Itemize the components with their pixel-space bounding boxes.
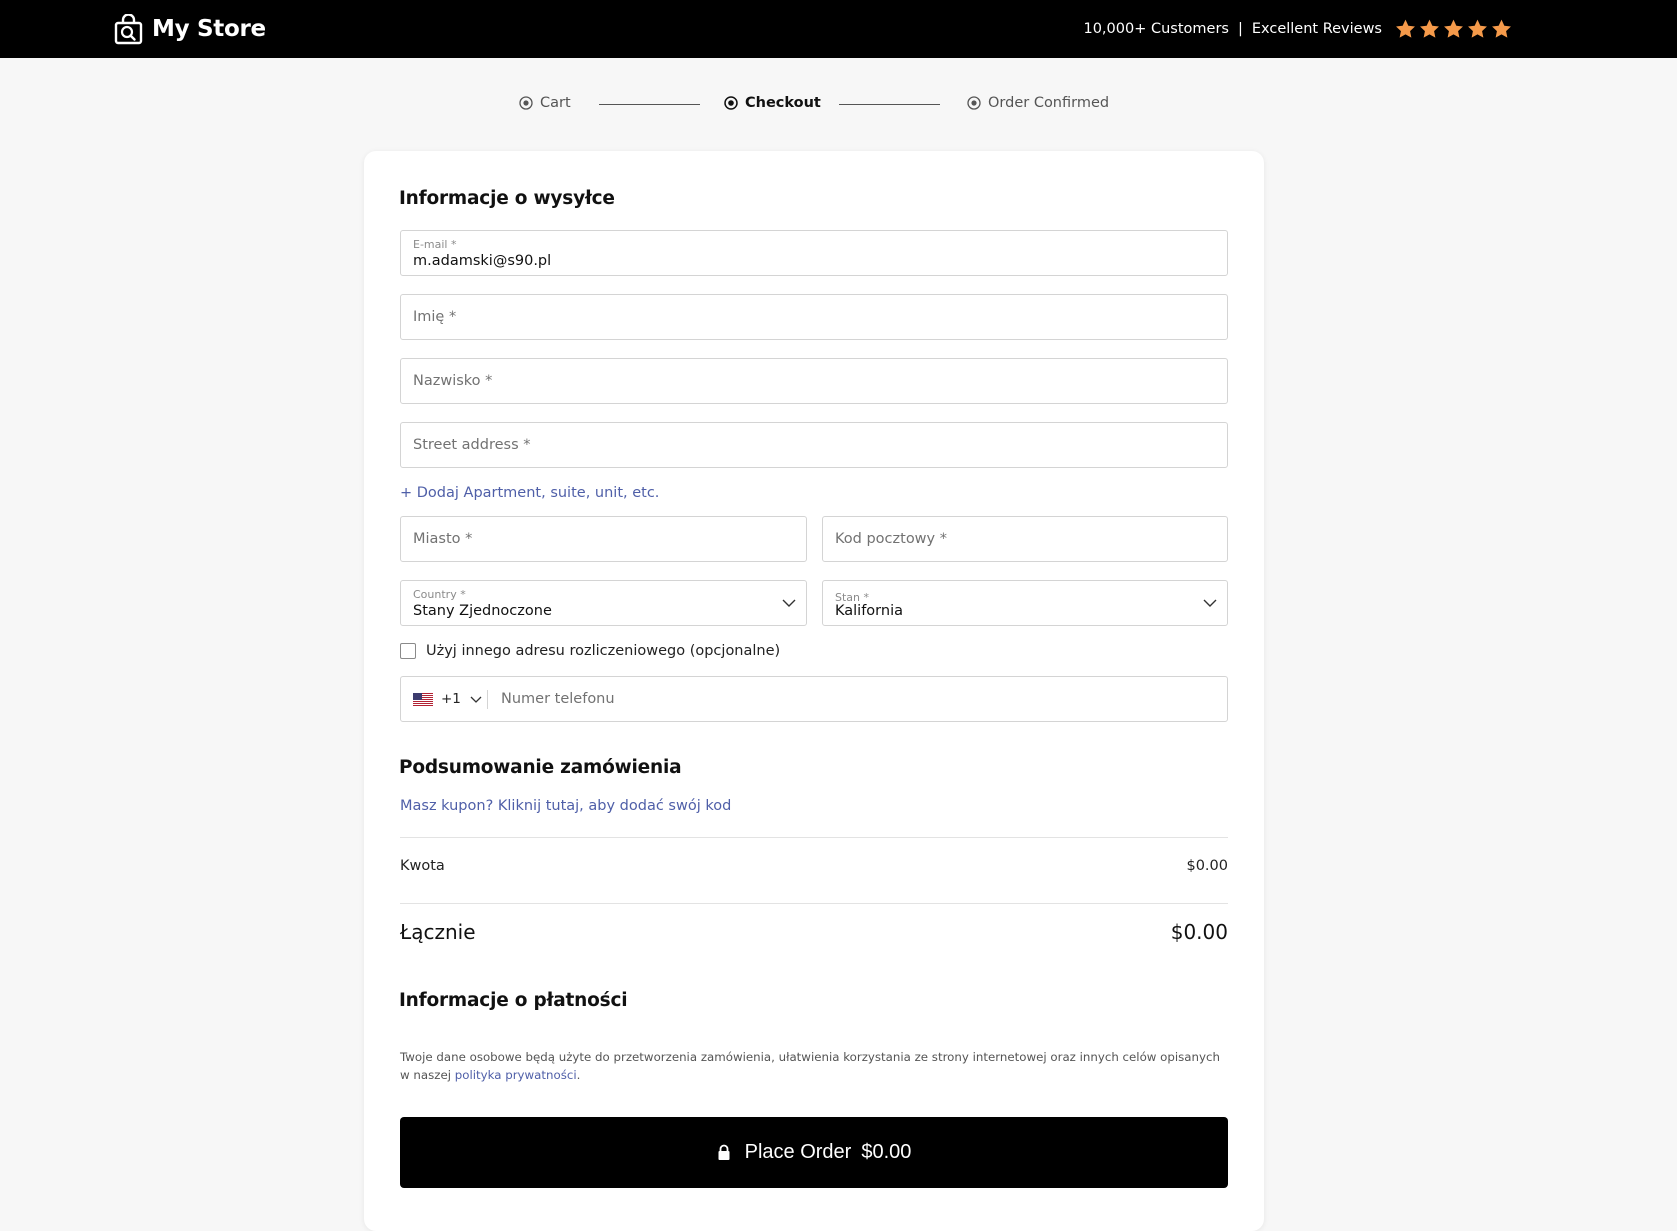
phone-placeholder: Numer telefonu — [501, 691, 615, 707]
step-order-confirmed[interactable]: Order Confirmed — [967, 95, 1109, 111]
coupon-link[interactable]: Masz kupon? Kliknij tutaj, aby dodać swó… — [400, 798, 731, 814]
chevron-down-icon — [470, 696, 482, 703]
email-value: m.adamski@s90.pl — [413, 253, 552, 269]
star-icon — [1442, 18, 1465, 40]
street-address-placeholder: Street address * — [413, 437, 531, 453]
chevron-down-icon — [1203, 599, 1217, 607]
step-confirmed-icon — [967, 96, 981, 110]
us-flag-icon — [413, 692, 433, 706]
step-cart-label: Cart — [540, 95, 571, 111]
store-name: My Store — [152, 16, 266, 42]
chevron-down-icon — [782, 599, 796, 607]
phone-country-selector[interactable]: +1 — [413, 691, 482, 707]
place-order-amount: $0.00 — [861, 1141, 912, 1163]
privacy-policy-link[interactable]: polityka prywatności — [455, 1068, 577, 1082]
step-confirmed-label: Order Confirmed — [988, 95, 1110, 111]
place-order-button[interactable]: Place Order $0.00 — [400, 1117, 1228, 1188]
star-icon — [1490, 18, 1513, 40]
phone-field[interactable]: +1 Numer telefonu — [400, 676, 1228, 722]
star-icon — [1466, 18, 1489, 40]
shopping-bag-icon — [114, 13, 143, 44]
state-value: Kalifornia — [835, 603, 903, 619]
step-checkout[interactable]: Checkout — [724, 95, 821, 111]
star-icon — [1418, 18, 1441, 40]
state-select[interactable]: Stan * Kalifornia — [822, 580, 1228, 626]
step-checkout-icon — [724, 96, 738, 110]
privacy-notice: Twoje dane osobowe będą użyte do przetwo… — [400, 1048, 1230, 1084]
top-bar: My Store 10,000+ Customers | Excellent R… — [0, 0, 1677, 58]
reviews-label: Excellent Reviews — [1251, 21, 1382, 37]
summary-title: Podsumowanie zamówienia — [399, 757, 682, 778]
add-apartment-link[interactable]: + Dodaj Apartment, suite, unit, etc. — [400, 485, 659, 501]
payment-title: Informacje o płatności — [399, 990, 628, 1011]
step-checkout-label: Checkout — [745, 95, 821, 111]
amount-value: $0.00 — [1186, 858, 1228, 874]
street-address-field[interactable]: Street address * — [400, 422, 1228, 468]
postcode-placeholder: Kod pocztowy * — [835, 531, 947, 547]
summary-divider — [400, 903, 1228, 904]
country-label: Country * — [413, 588, 466, 601]
phone-divider — [487, 690, 488, 709]
city-field[interactable]: Miasto * — [400, 516, 807, 562]
total-value: $0.00 — [1170, 920, 1228, 944]
email-field[interactable]: E-mail * m.adamski@s90.pl — [400, 230, 1228, 276]
country-value: Stany Zjednoczone — [413, 603, 552, 619]
step-cart[interactable]: Cart — [519, 95, 571, 111]
phone-country-code: +1 — [441, 691, 461, 707]
checkout-steps: Cart Checkout Order Confirmed — [0, 92, 1677, 118]
billing-address-label: Użyj innego adresu rozliczeniowego (opcj… — [426, 643, 781, 659]
star-icon — [1394, 18, 1417, 40]
header-separator: | — [1237, 21, 1243, 37]
total-label: Łącznie — [400, 920, 476, 944]
step-cart-icon — [519, 96, 533, 110]
amount-label: Kwota — [400, 858, 445, 874]
email-label: E-mail * — [413, 238, 457, 251]
rating-stars — [1393, 18, 1513, 40]
first-name-field[interactable]: Imię * — [400, 294, 1228, 340]
last-name-field[interactable]: Nazwisko * — [400, 358, 1228, 404]
customers-count: 10,000+ Customers — [1083, 21, 1229, 37]
shipping-title: Informacje o wysyłce — [399, 188, 615, 209]
country-select[interactable]: Country * Stany Zjednoczone — [400, 580, 807, 626]
step-connector — [599, 104, 700, 105]
last-name-placeholder: Nazwisko * — [413, 373, 493, 389]
trust-badges: 10,000+ Customers | Excellent Reviews — [1083, 14, 1513, 44]
checkout-form-card: Informacje o wysyłce E-mail * m.adamski@… — [364, 151, 1264, 1231]
billing-address-checkbox[interactable] — [400, 643, 416, 659]
first-name-placeholder: Imię * — [413, 309, 457, 325]
lock-icon — [718, 1144, 730, 1160]
billing-address-option[interactable]: Użyj innego adresu rozliczeniowego (opcj… — [400, 643, 780, 659]
place-order-label: Place Order — [744, 1141, 852, 1163]
summary-divider — [400, 837, 1228, 838]
privacy-end: . — [576, 1068, 581, 1082]
postcode-field[interactable]: Kod pocztowy * — [822, 516, 1228, 562]
city-placeholder: Miasto * — [413, 531, 473, 547]
store-logo[interactable]: My Store — [113, 10, 266, 48]
step-connector — [839, 104, 940, 105]
